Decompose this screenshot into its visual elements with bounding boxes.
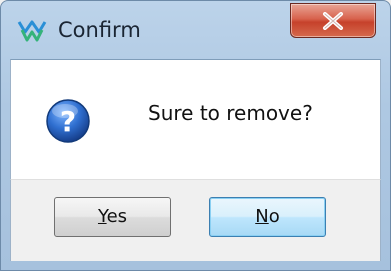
window-frame-left [1,59,10,270]
svg-text:?: ? [60,105,76,138]
yes-button[interactable]: Yes [54,197,171,237]
window-title: Confirm [58,18,141,42]
app-logo-icon [17,18,47,44]
no-button[interactable]: No [209,197,326,237]
no-mnemonic: N [255,206,269,227]
confirm-dialog-window: Confirm ? Sure to remove? Yes No [0,0,391,271]
close-button[interactable] [290,3,376,38]
yes-mnemonic: Y [97,206,107,227]
title-bar[interactable]: Confirm [1,1,390,59]
message-text: Sure to remove? [148,101,313,125]
no-label: o [268,206,280,227]
close-icon [323,12,343,30]
button-bar: Yes No [10,179,381,261]
yes-label: es [106,206,128,227]
message-area: ? Sure to remove? [10,59,381,179]
question-icon: ? [45,98,91,144]
window-frame-bottom [1,261,390,270]
